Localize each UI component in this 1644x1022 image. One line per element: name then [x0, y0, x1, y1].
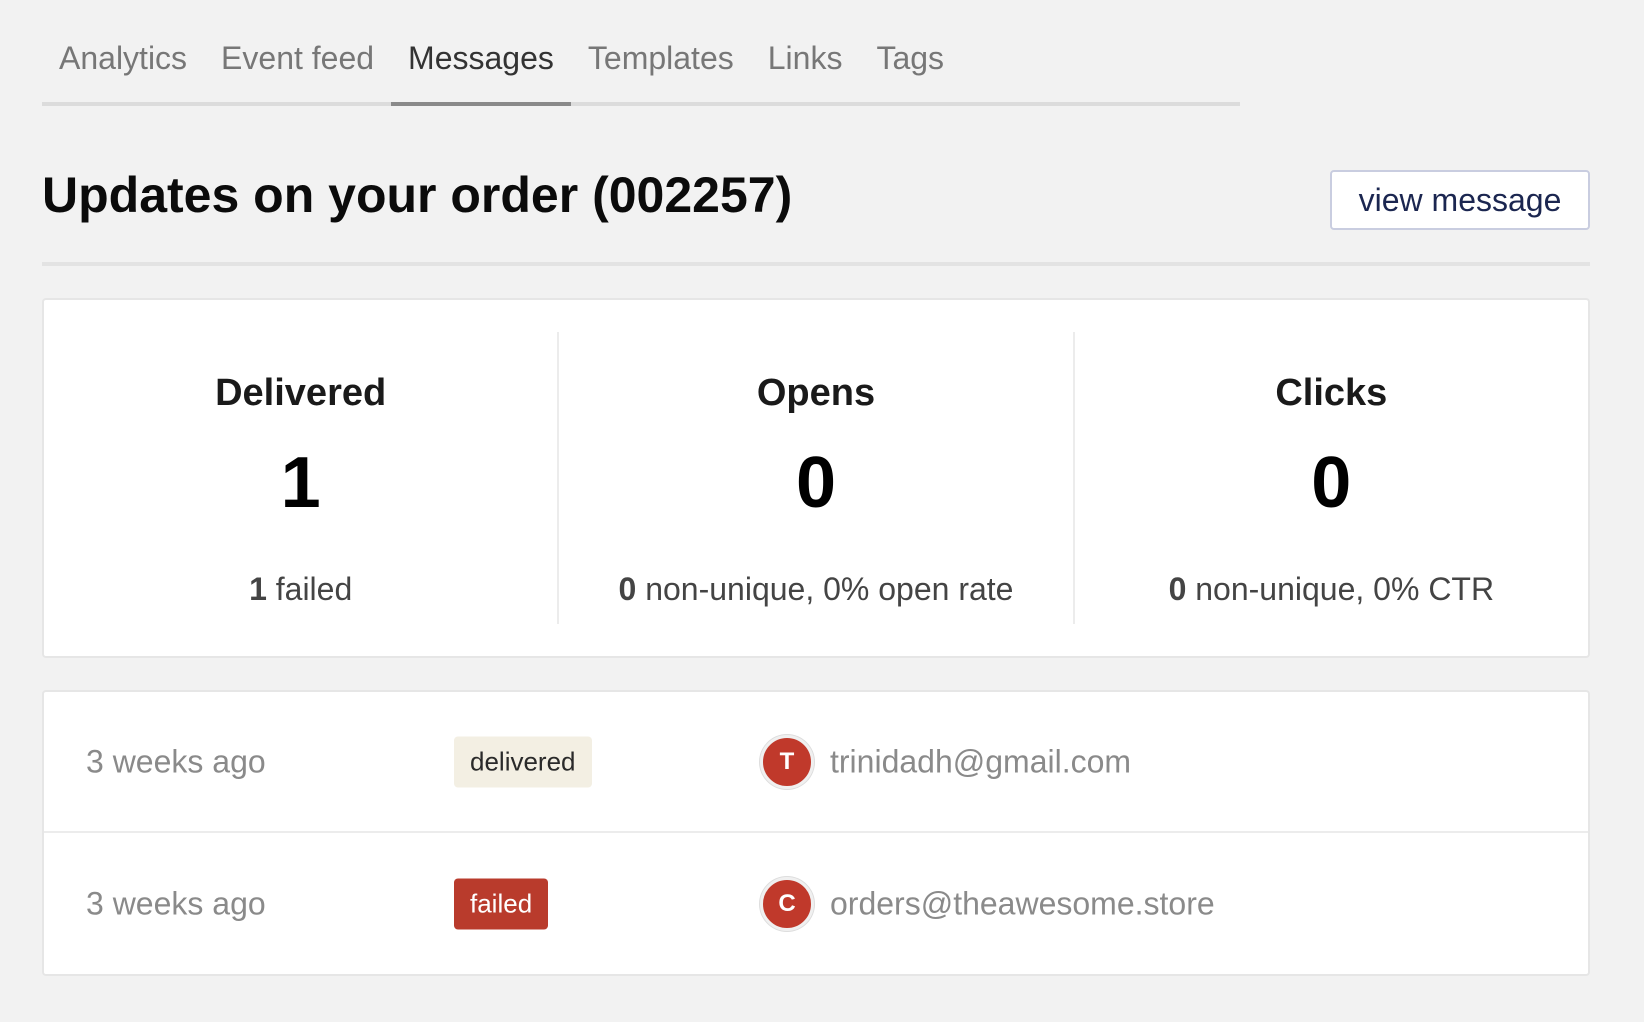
- stat-opens: Opens 0 0 non-unique, 0% open rate: [557, 332, 1072, 624]
- stat-subtext: 0 non-unique, 0% open rate: [559, 571, 1072, 608]
- message-header: Updates on your order (002257) view mess…: [42, 106, 1590, 266]
- stat-label: Delivered: [215, 372, 387, 414]
- stat-sub-text: failed: [266, 571, 353, 607]
- stats-card: Delivered 1 1 failed Opens 0 0 non-uniqu…: [42, 298, 1590, 658]
- tab-links[interactable]: Links: [751, 40, 860, 106]
- page: Analytics Event feed Messages Templates …: [42, 0, 1590, 976]
- recipient-email: trinidadh@gmail.com: [830, 743, 1132, 779]
- stat-delivered: Delivered 1 1 failed: [44, 332, 557, 624]
- tab-event-feed[interactable]: Event feed: [204, 40, 391, 106]
- stat-sub-text: non-unique, 0% open rate: [636, 571, 1014, 607]
- stat-value: 1: [280, 443, 321, 523]
- stat-sub-count: 0: [618, 571, 637, 607]
- recipient-email: orders@theawesome.store: [830, 885, 1215, 921]
- list-item[interactable]: 3 weeks ago delivered T trinidadh@gmail.…: [44, 692, 1588, 833]
- list-item[interactable]: 3 weeks ago failed C orders@theawesome.s…: [44, 833, 1588, 974]
- status-badge: delivered: [454, 736, 592, 787]
- stat-value: 0: [795, 443, 837, 523]
- avatar: C: [760, 876, 814, 931]
- stat-sub-count: 0: [1168, 571, 1187, 607]
- tab-messages[interactable]: Messages: [391, 40, 571, 106]
- stat-subtext: 1 failed: [44, 571, 557, 608]
- stat-value: 0: [1311, 443, 1352, 523]
- tab-tags[interactable]: Tags: [859, 40, 961, 106]
- page-title: Updates on your order (002257): [42, 167, 793, 223]
- stat-sub-text: non-unique, 0% CTR: [1186, 571, 1495, 607]
- avatar: T: [760, 734, 814, 789]
- status-badge: failed: [454, 878, 549, 929]
- tab-analytics[interactable]: Analytics: [42, 40, 204, 106]
- stat-label: Opens: [756, 372, 876, 414]
- stat-sub-count: 1: [249, 571, 267, 607]
- stat-label: Clicks: [1275, 372, 1388, 414]
- message-time: 3 weeks ago: [86, 743, 266, 779]
- message-list: 3 weeks ago delivered T trinidadh@gmail.…: [42, 690, 1590, 976]
- message-time: 3 weeks ago: [86, 885, 266, 921]
- view-message-button[interactable]: view message: [1330, 170, 1590, 230]
- tab-bar: Analytics Event feed Messages Templates …: [42, 0, 1240, 106]
- tab-templates[interactable]: Templates: [571, 40, 751, 106]
- stat-clicks: Clicks 0 0 non-unique, 0% CTR: [1072, 332, 1588, 624]
- stat-subtext: 0 non-unique, 0% CTR: [1075, 571, 1588, 608]
